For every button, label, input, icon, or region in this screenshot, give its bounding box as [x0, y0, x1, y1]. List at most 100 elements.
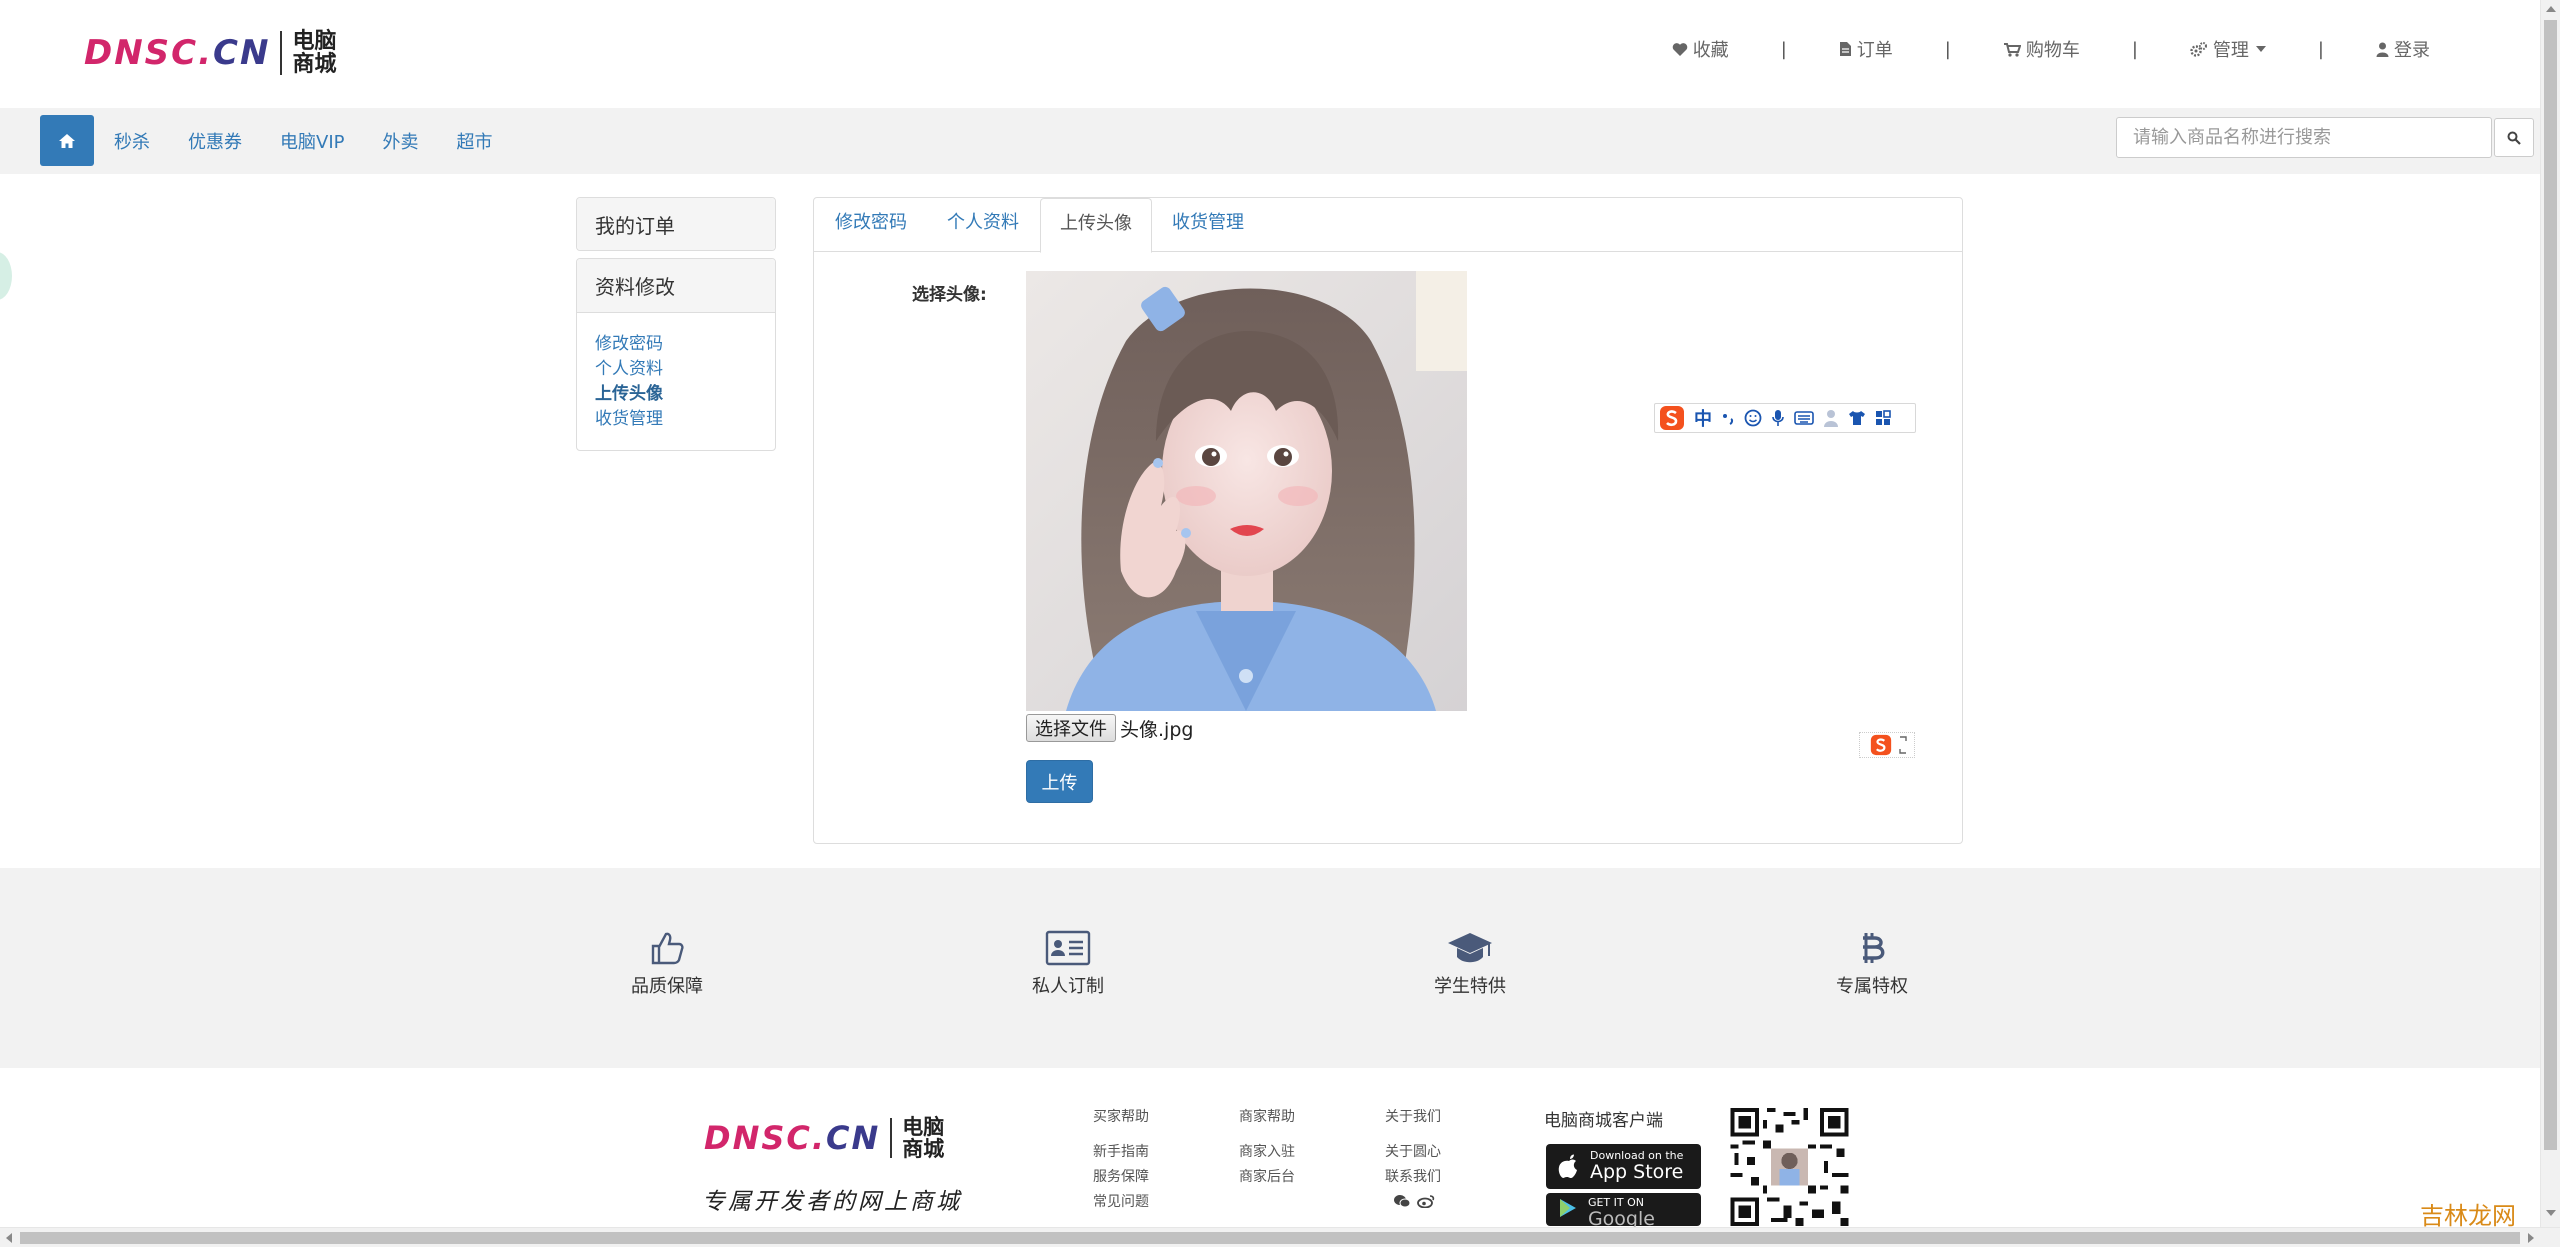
app-store-big-text: App Store	[1590, 1161, 1684, 1184]
keyboard-icon	[1794, 411, 1814, 425]
ime-toolbar[interactable]: 中	[1654, 403, 1916, 433]
feature-student: 学生特供	[1390, 930, 1550, 998]
footer-link-join[interactable]: 商家入驻	[1239, 1140, 1295, 1165]
qr-code	[1729, 1108, 1850, 1226]
logo-divider	[280, 31, 283, 76]
favorites-label: 收藏	[1692, 40, 1729, 61]
login-link[interactable]: 登录	[2376, 36, 2430, 62]
nav-separator: |	[1780, 38, 1787, 60]
cart-icon	[2003, 42, 2021, 57]
nav-link-seckill[interactable]: 秒杀	[114, 128, 150, 154]
site-logo[interactable]: DNSC.CN 电脑 商城	[84, 30, 336, 76]
home-icon	[59, 133, 75, 148]
emoji-icon	[1744, 409, 1762, 427]
footer-column-seller-help: 商家帮助 商家入驻 商家后台	[1239, 1106, 1295, 1190]
footer-column-heading: 关于我们	[1385, 1109, 1441, 1125]
nav-link-coupons[interactable]: 优惠券	[188, 128, 242, 154]
sidebar-item-upload-avatar[interactable]: 上传头像	[595, 382, 757, 407]
nav-separator: |	[2317, 38, 2324, 60]
scroll-right-arrow-icon[interactable]	[2528, 1233, 2534, 1243]
orders-heading[interactable]: 我的订单	[577, 198, 775, 250]
wechat-icon[interactable]	[1393, 1194, 1411, 1208]
site-footer: DNSC.CN 电脑 商城 专属开发者的网上商城 买家帮助 新手指南 服务保障 …	[0, 1068, 2540, 1247]
punctuation-icon	[1723, 414, 1734, 425]
favorites-link[interactable]: 收藏	[1672, 36, 1729, 62]
footer-link-guide[interactable]: 新手指南	[1093, 1140, 1149, 1165]
site-header: DNSC.CN 电脑 商城 收藏 | 订单 | 购物车 | 管理 | 登录	[0, 0, 2540, 108]
search-input[interactable]	[2116, 117, 2492, 158]
logo-wordmark: DNSC.CN	[84, 33, 271, 74]
horizontal-scrollbar[interactable]	[0, 1227, 2560, 1247]
ime-language-label: 中	[1694, 409, 1712, 430]
nav-separator: |	[2131, 38, 2138, 60]
nav-link-supermarket[interactable]: 超市	[456, 128, 492, 154]
user-icon	[2376, 42, 2389, 57]
avatar-field-label: 选择头像:	[912, 285, 987, 305]
tab-change-password[interactable]: 修改密码	[835, 208, 907, 234]
thumbs-up-icon	[651, 932, 684, 965]
microphone-icon	[1772, 410, 1784, 426]
vertical-scroll-thumb[interactable]	[2544, 20, 2557, 1150]
feature-quality: 品质保障	[587, 930, 747, 998]
footer-link-contact[interactable]: 联系我们	[1385, 1165, 1441, 1190]
choose-file-button[interactable]: 选择文件	[1026, 714, 1116, 742]
manage-dropdown[interactable]: 管理	[2190, 36, 2266, 62]
chevron-down-icon	[2255, 46, 2266, 52]
cogs-icon	[2190, 42, 2207, 57]
upload-button[interactable]: 上传	[1026, 760, 1093, 803]
home-button[interactable]	[40, 115, 94, 166]
logo-chinese-name: 电脑 商城	[292, 29, 337, 78]
footer-link-backend[interactable]: 商家后台	[1239, 1165, 1295, 1190]
user-icon	[1824, 410, 1838, 427]
tab-upload-avatar[interactable]: 上传头像	[1040, 198, 1152, 253]
footer-link-about[interactable]: 关于圆心	[1385, 1140, 1441, 1165]
floating-side-widget[interactable]	[0, 252, 12, 300]
logo-divider	[890, 1118, 893, 1159]
footer-column-buyer-help: 买家帮助 新手指南 服务保障 常见问题	[1093, 1106, 1149, 1215]
search-button[interactable]	[2494, 118, 2534, 157]
scroll-up-arrow-icon[interactable]	[2546, 6, 2556, 12]
nav-link-takeout[interactable]: 外卖	[382, 128, 418, 154]
footer-link-service[interactable]: 服务保障	[1093, 1165, 1149, 1190]
graduation-cap-icon	[1448, 933, 1492, 963]
footer-slogan: 专属开发者的网上商城	[702, 1189, 962, 1215]
search-icon	[2507, 131, 2521, 145]
cart-link[interactable]: 购物车	[2003, 36, 2080, 62]
horizontal-scroll-thumb[interactable]	[20, 1232, 2520, 1244]
features-strip: 品质保障 私人订制 学生特供 专属特权	[0, 868, 2540, 1068]
orders-link[interactable]: 订单	[1839, 36, 1893, 62]
ime-mini-bar[interactable]	[1859, 732, 1915, 758]
nav-link-vip[interactable]: 电脑VIP	[280, 128, 344, 154]
google-play-badge[interactable]: GET IT ON Google play	[1546, 1193, 1701, 1247]
feature-label: 学生特供	[1434, 976, 1506, 997]
tab-address[interactable]: 收货管理	[1172, 208, 1244, 234]
top-nav: 收藏 | 订单 | 购物车 | 管理 | 登录	[1672, 36, 2430, 62]
heart-icon	[1672, 42, 1687, 56]
toolbox-grid-icon	[1876, 410, 1891, 425]
weibo-icon[interactable]	[1417, 1194, 1435, 1208]
tab-profile[interactable]: 个人资料	[947, 208, 1019, 234]
vertical-scrollbar[interactable]	[2540, 0, 2560, 1227]
avatar-image	[1026, 271, 1467, 711]
footer-link-faq[interactable]: 常见问题	[1093, 1190, 1149, 1215]
app-download-title: 电脑商城客户端	[1544, 1111, 1663, 1131]
tab-bar: 修改密码 个人资料 上传头像 收货管理	[814, 198, 1962, 253]
sidebar-item-change-password[interactable]: 修改密码	[595, 332, 757, 357]
sidebar-item-address[interactable]: 收货管理	[595, 407, 757, 432]
sidebar-item-profile[interactable]: 个人资料	[595, 357, 757, 382]
app-store-badge[interactable]: Download on the App Store	[1546, 1144, 1701, 1189]
logo-wordmark: DNSC.CN	[704, 1119, 881, 1158]
profile-heading[interactable]: 资料修改	[577, 259, 775, 313]
apple-icon	[1558, 1154, 1577, 1178]
sogou-logo-icon	[1660, 406, 1684, 430]
footer-column-heading: 买家帮助	[1093, 1109, 1149, 1125]
scroll-down-arrow-icon[interactable]	[2546, 1210, 2556, 1216]
selected-file-name: 头像.jpg	[1120, 718, 1194, 741]
footer-column-about: 关于我们 关于圆心 联系我们	[1385, 1106, 1441, 1208]
content-panel: 修改密码 个人资料 上传头像 收货管理 选择头像: 选择文件 头像.jpg 上传…	[813, 197, 1963, 844]
feature-custom: 私人订制	[988, 930, 1148, 998]
footer-logo[interactable]: DNSC.CN 电脑 商城	[704, 1116, 944, 1160]
expand-icon	[1899, 736, 1907, 754]
scroll-left-arrow-icon[interactable]	[6, 1233, 12, 1243]
file-icon	[1839, 42, 1851, 56]
